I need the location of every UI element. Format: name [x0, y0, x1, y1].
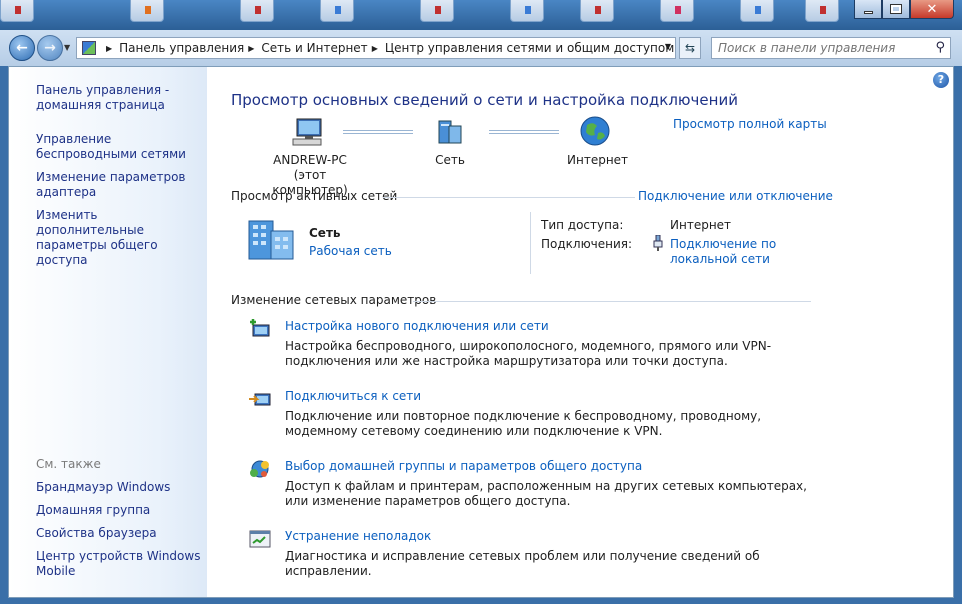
chevron-right-icon[interactable]: ▶	[248, 44, 254, 53]
task-troubleshoot-desc: Диагностика и исправление сетевых пробле…	[285, 549, 760, 578]
see-also-link-firewall[interactable]: Брандмауэр Windows	[36, 480, 206, 495]
minimize-icon	[863, 10, 873, 14]
close-icon: ✕	[926, 1, 938, 17]
refresh-icon: ⇆	[684, 41, 696, 55]
view-full-map-link[interactable]: Просмотр полной карты	[673, 117, 827, 131]
window-thumbnail[interactable]	[510, 0, 544, 22]
computer-name: ANDREW-PC	[273, 153, 347, 167]
change-settings-header: Изменение сетевых параметров	[231, 293, 437, 307]
address-bar[interactable]: ▶ Панель управления ▶ Сеть и Интернет ▶ …	[76, 37, 676, 59]
see-also-link-homegroup[interactable]: Домашняя группа	[36, 503, 206, 518]
content-area: Панель управления - домашняя страница Уп…	[8, 66, 954, 598]
active-network-name: Сеть	[309, 226, 341, 240]
network-type-link[interactable]: Рабочая сеть	[309, 244, 392, 258]
sidebar-link-sharing-settings[interactable]: Изменить дополнительные параметры общего…	[36, 208, 206, 268]
task-homegroup-link[interactable]: Выбор домашней группы и параметров общег…	[285, 459, 642, 473]
access-type-label: Тип доступа:	[541, 218, 624, 232]
ethernet-plug-icon	[653, 235, 663, 251]
homegroup-icon	[250, 460, 269, 478]
connection-line	[489, 130, 559, 134]
chevron-right-icon[interactable]: ▶	[372, 44, 378, 53]
task-new-connection-link[interactable]: Настройка нового подключения или сети	[285, 319, 549, 333]
arrow-right-icon: →	[44, 40, 56, 56]
window-thumbnail[interactable]	[805, 0, 839, 22]
search-box[interactable]: ⚲	[711, 37, 951, 59]
globe-icon[interactable]	[579, 115, 611, 147]
workplace-network-icon	[248, 220, 294, 260]
minimize-button[interactable]	[854, 0, 882, 19]
chevron-down-icon[interactable]: ▼	[665, 42, 671, 51]
internet-label: Интернет	[567, 153, 629, 167]
navigation-bar: ← → ▼ ▶ Панель управления ▶ Сеть и Интер…	[0, 30, 962, 66]
arrow-left-icon: ←	[16, 40, 28, 56]
search-input[interactable]	[712, 38, 922, 58]
active-networks-header: Просмотр активных сетей	[231, 189, 398, 203]
window-thumbnail[interactable]	[420, 0, 454, 22]
task-connect-network-desc: Подключение или повторное подключение к …	[285, 409, 762, 438]
breadcrumb: ▶ Панель управления ▶ Сеть и Интернет ▶ …	[102, 41, 674, 55]
page-title: Просмотр основных сведений о сети и наст…	[231, 91, 738, 109]
taskbar-thumbnails	[0, 0, 850, 30]
divider	[383, 197, 635, 198]
back-button[interactable]: ←	[9, 35, 35, 61]
network-label: Сеть	[435, 153, 465, 167]
task-homegroup-desc: Доступ к файлам и принтерам, расположенн…	[285, 479, 807, 508]
task-connect-network-link[interactable]: Подключиться к сети	[285, 389, 421, 403]
computer-icon[interactable]	[291, 117, 325, 147]
main-panel: ? Просмотр основных сведений о сети и на…	[207, 67, 953, 597]
forward-button[interactable]: →	[37, 35, 63, 61]
connect-disconnect-link[interactable]: Подключение или отключение	[638, 189, 833, 203]
recent-pages-dropdown[interactable]: ▼	[64, 43, 70, 52]
connect-to-network-icon	[249, 393, 271, 406]
control-panel-icon	[82, 41, 96, 55]
access-type-value: Интернет	[670, 218, 732, 232]
divider	[413, 301, 811, 302]
see-also-link-windows-mobile[interactable]: Центр устройств Windows Mobile	[36, 549, 206, 579]
breadcrumb-control-panel[interactable]: Панель управления	[119, 41, 244, 55]
sidebar: Панель управления - домашняя страница Уп…	[9, 67, 207, 597]
window-thumbnail[interactable]	[660, 0, 694, 22]
maximize-icon	[890, 4, 902, 14]
network-icon[interactable]	[435, 117, 465, 147]
breadcrumb-network-internet[interactable]: Сеть и Интернет	[261, 41, 367, 55]
close-button[interactable]: ✕	[910, 0, 954, 19]
window-thumbnail[interactable]	[0, 0, 34, 22]
chevron-right-icon[interactable]: ▶	[106, 44, 112, 53]
help-icon[interactable]: ?	[933, 72, 949, 88]
connection-line	[343, 130, 413, 134]
window-thumbnail[interactable]	[240, 0, 274, 22]
lan-connection-link[interactable]: Подключение по локальной сети	[670, 237, 790, 267]
sidebar-link-adapter-settings[interactable]: Изменение параметров адаптера	[36, 170, 206, 200]
window-thumbnail[interactable]	[740, 0, 774, 22]
window-thumbnail[interactable]	[580, 0, 614, 22]
refresh-button[interactable]: ⇆	[679, 37, 701, 59]
window-controls: ✕	[854, 0, 954, 20]
title-bar: ✕	[0, 0, 962, 30]
maximize-button[interactable]	[882, 0, 910, 19]
sidebar-link-control-panel-home[interactable]: Панель управления - домашняя страница	[36, 83, 206, 113]
window-thumbnail[interactable]	[130, 0, 164, 22]
sidebar-link-manage-wireless[interactable]: Управление беспроводными сетями	[36, 132, 206, 162]
task-troubleshoot-link[interactable]: Устранение неполадок	[285, 529, 431, 543]
new-connection-icon	[250, 319, 270, 337]
vertical-divider	[530, 212, 531, 274]
window-thumbnail[interactable]	[320, 0, 354, 22]
breadcrumb-network-center[interactable]: Центр управления сетями и общим доступом	[385, 41, 674, 55]
troubleshoot-icon	[249, 530, 271, 548]
connections-label: Подключения:	[541, 237, 633, 251]
task-new-connection-desc: Настройка беспроводного, широкополосного…	[285, 339, 772, 368]
search-icon[interactable]: ⚲	[935, 40, 945, 55]
see-also-link-internet-options[interactable]: Свойства браузера	[36, 526, 206, 541]
see-also-label: См. также	[36, 457, 101, 471]
